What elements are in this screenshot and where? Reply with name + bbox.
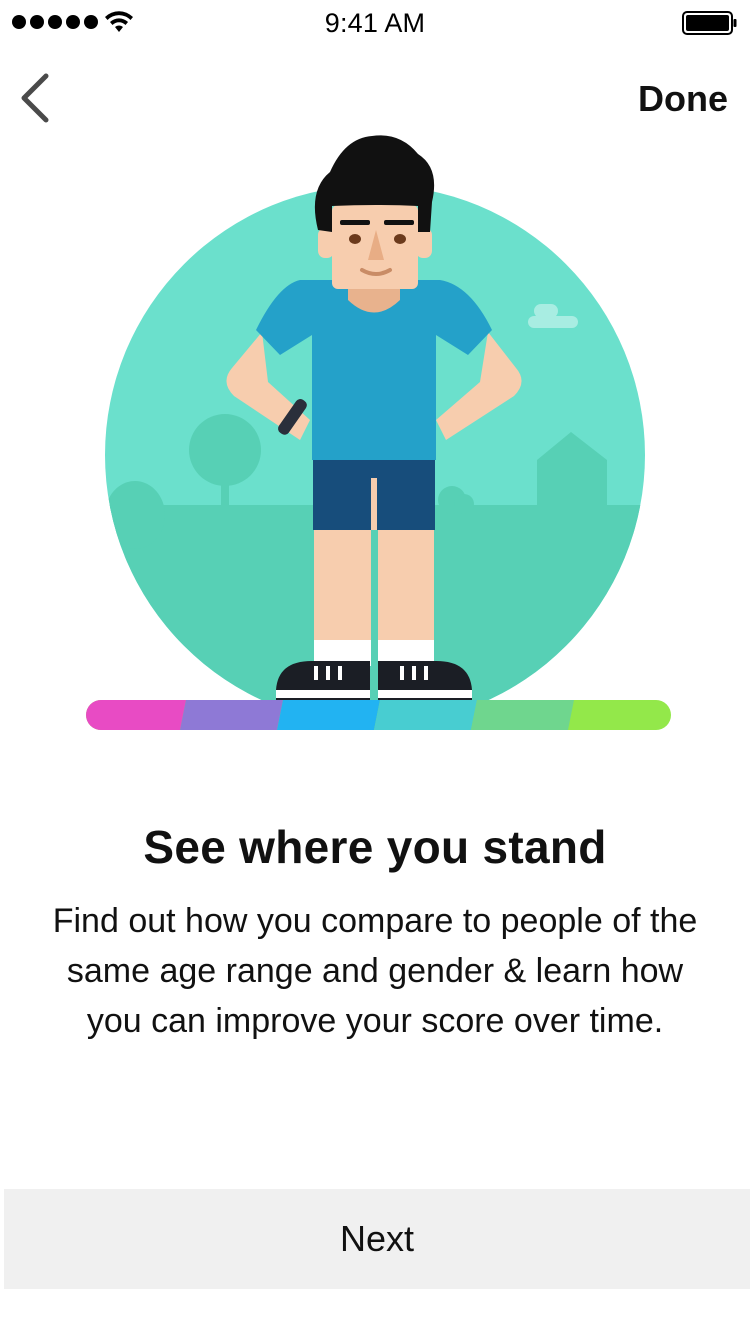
- page-title: See where you stand: [143, 821, 607, 873]
- chevron-left-icon: [21, 73, 49, 123]
- person-standing-illustration: [86, 135, 671, 730]
- status-time: 9:41 AM: [324, 8, 426, 38]
- color-scale-bar: [86, 700, 671, 730]
- description-text: Find out how you compare to people of th…: [52, 902, 698, 1040]
- status-bar: 9:41 AM: [0, 0, 750, 44]
- done-button[interactable]: Done: [638, 78, 728, 120]
- battery-icon: [682, 11, 737, 35]
- back-button[interactable]: [14, 70, 58, 126]
- next-button[interactable]: Next: [4, 1189, 750, 1289]
